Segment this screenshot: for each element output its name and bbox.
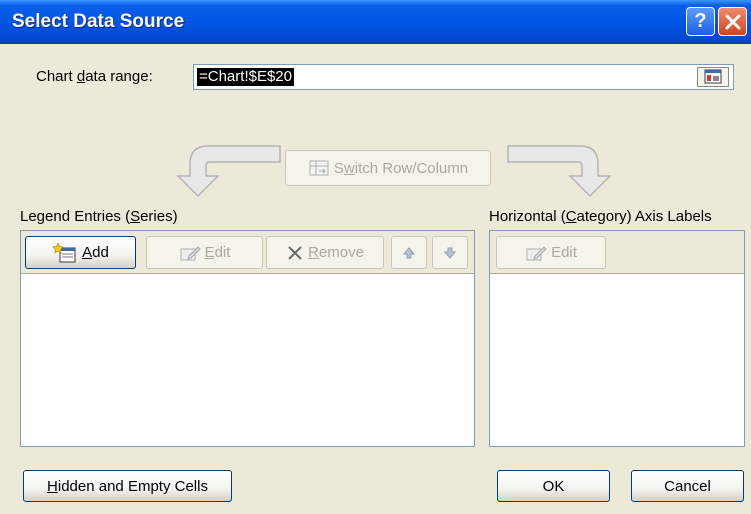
title-bar[interactable]: Select Data Source ? bbox=[0, 0, 751, 44]
remove-series-button[interactable]: Remove bbox=[266, 236, 384, 269]
right-curved-arrow-icon bbox=[507, 145, 612, 198]
arrow-up-icon bbox=[402, 246, 416, 258]
edit-axis-labels-label: Edit bbox=[551, 244, 577, 261]
cancel-label: Cancel bbox=[664, 477, 711, 495]
arrow-down-icon bbox=[443, 247, 457, 259]
question-mark-icon: ? bbox=[694, 10, 707, 32]
chart-data-range-input[interactable]: =Chart!$E$20 bbox=[193, 64, 734, 90]
hidden-and-empty-cells-label: Hidden and Empty Cells bbox=[47, 477, 208, 495]
range-select-icon bbox=[704, 69, 722, 84]
legend-series-list[interactable] bbox=[21, 274, 474, 446]
add-series-label: Add bbox=[82, 244, 109, 261]
edit-axis-labels-button[interactable]: Edit bbox=[496, 236, 606, 269]
dialog-title: Select Data Source bbox=[12, 11, 185, 32]
axis-toolbar: Edit bbox=[490, 231, 744, 274]
edit-icon bbox=[180, 245, 201, 260]
ok-label: OK bbox=[542, 477, 565, 495]
axis-labels-list[interactable] bbox=[490, 274, 744, 446]
edit-series-label: Edit bbox=[204, 244, 231, 261]
switch-row-column-button[interactable]: Switch Row/Column bbox=[285, 150, 491, 186]
remove-icon bbox=[288, 245, 302, 260]
legend-entries-label: Legend Entries (Series) bbox=[20, 208, 178, 225]
left-curved-arrow-icon bbox=[176, 145, 281, 198]
collapse-dialog-button[interactable] bbox=[697, 67, 729, 87]
chart-data-range-value[interactable]: =Chart!$E$20 bbox=[197, 68, 294, 86]
legend-entries-panel: Add Edit Remove bbox=[20, 230, 475, 447]
edit-series-button[interactable]: Edit bbox=[146, 236, 263, 269]
move-up-button[interactable] bbox=[391, 236, 427, 269]
select-data-source-dialog: Select Data Source ? Chart data range: =… bbox=[0, 0, 751, 514]
close-button[interactable] bbox=[718, 7, 747, 36]
edit-icon bbox=[526, 245, 547, 260]
add-series-icon bbox=[52, 241, 76, 262]
ok-button[interactable]: OK bbox=[497, 470, 610, 502]
switch-row-column-label: Switch Row/Column bbox=[333, 159, 469, 177]
close-icon bbox=[725, 14, 740, 29]
remove-series-label: Remove bbox=[308, 244, 364, 261]
axis-labels-label: Horizontal (Category) Axis Labels bbox=[489, 208, 712, 225]
move-down-button[interactable] bbox=[432, 236, 468, 269]
switch-row-column-icon bbox=[309, 160, 329, 176]
chart-data-range-label: Chart data range: bbox=[36, 68, 153, 85]
hidden-and-empty-cells-button[interactable]: Hidden and Empty Cells bbox=[23, 470, 232, 502]
cancel-button[interactable]: Cancel bbox=[631, 470, 744, 502]
help-button[interactable]: ? bbox=[686, 7, 715, 36]
axis-labels-panel: Edit bbox=[489, 230, 745, 447]
legend-toolbar: Add Edit Remove bbox=[21, 231, 474, 274]
add-series-button[interactable]: Add bbox=[25, 236, 136, 269]
